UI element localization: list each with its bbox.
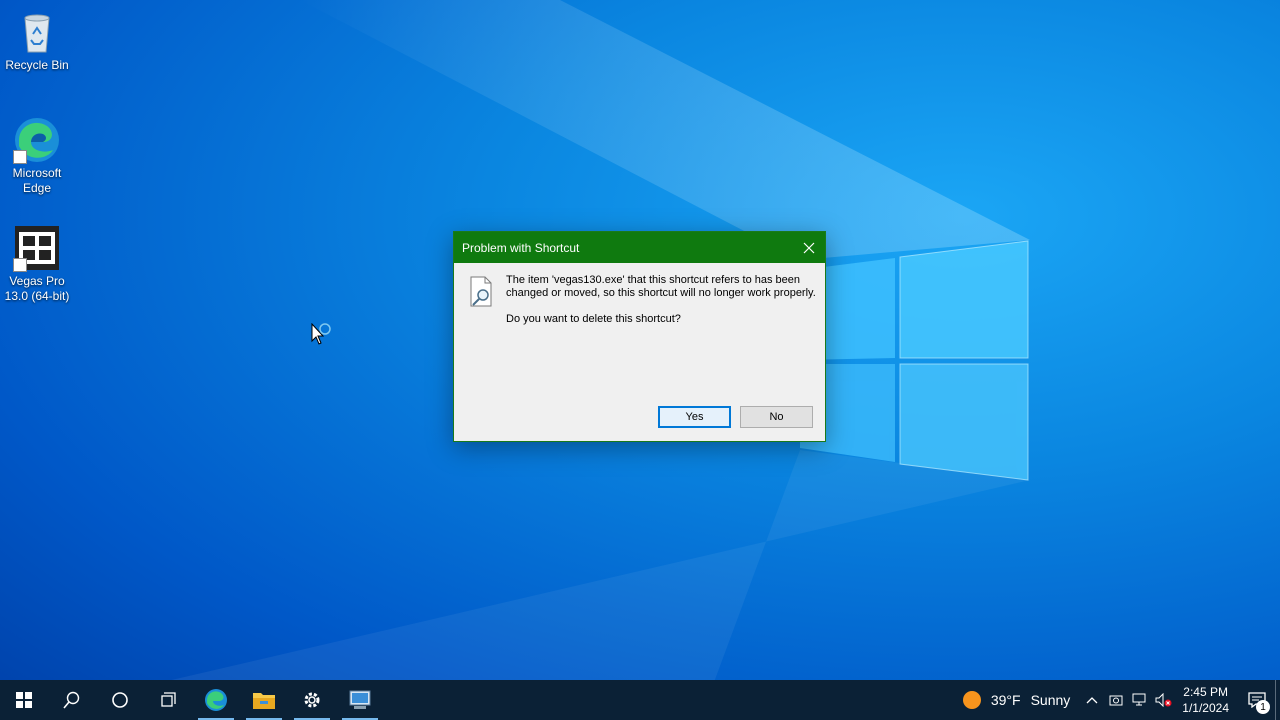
edge-icon xyxy=(205,689,227,711)
shortcut-arrow-icon xyxy=(13,150,27,164)
settings-icon xyxy=(304,692,320,708)
dialog-message: The item 'vegas130.exe' that this shortc… xyxy=(506,274,816,299)
weather-temperature: 39°F xyxy=(990,692,1021,708)
taskbar-edge-button[interactable] xyxy=(192,680,240,720)
clock-date: 1/1/2024 xyxy=(1182,701,1229,715)
taskbar-settings-button[interactable] xyxy=(288,680,336,720)
desktop-icon-vegas-pro[interactable]: Vegas Pro 13.0 (64-bit) xyxy=(1,224,73,304)
show-hidden-icons-button[interactable] xyxy=(1080,680,1104,720)
desktop-icon-label: Vegas Pro 13.0 (64-bit) xyxy=(4,274,70,303)
no-button[interactable]: No xyxy=(740,406,813,428)
tray-network-button[interactable] xyxy=(1128,680,1152,720)
tray-meet-now-button[interactable] xyxy=(1104,680,1128,720)
mouse-cursor-icon xyxy=(311,323,331,345)
show-desktop-button[interactable] xyxy=(1275,680,1280,720)
network-icon xyxy=(1132,693,1146,706)
dialog-question: Do you want to delete this shortcut? xyxy=(506,313,681,325)
desktop-icon-edge[interactable]: Microsoft Edge xyxy=(1,116,73,196)
action-center-button[interactable]: 1 xyxy=(1239,680,1275,720)
desktop-icon-recycle-bin[interactable]: Recycle Bin xyxy=(1,8,73,73)
task-view-button[interactable] xyxy=(144,680,192,720)
system-tray: 39°F Sunny 2:45 PM 1/1/2024 1 xyxy=(962,680,1280,720)
weather-widget[interactable]: 39°F Sunny xyxy=(962,691,1071,709)
taskbar: 39°F Sunny 2:45 PM 1/1/2024 1 xyxy=(0,680,1280,720)
recycle-bin-icon xyxy=(13,8,61,56)
volume-muted-icon xyxy=(1155,693,1172,707)
sun-icon xyxy=(962,691,981,709)
camera-icon xyxy=(1109,695,1123,706)
yes-button[interactable]: Yes xyxy=(658,406,731,428)
dialog-titlebar[interactable]: Problem with Shortcut xyxy=(454,232,825,263)
vegas-pro-icon xyxy=(13,224,61,272)
shortcut-arrow-icon xyxy=(13,258,27,272)
cortana-button[interactable] xyxy=(96,680,144,720)
search-icon xyxy=(63,691,80,709)
close-icon xyxy=(803,242,815,253)
taskbar-file-explorer-button[interactable] xyxy=(240,680,288,720)
taskbar-clock[interactable]: 2:45 PM 1/1/2024 xyxy=(1182,684,1229,716)
cortana-icon xyxy=(112,692,128,708)
desktop-icon-label: Microsoft Edge xyxy=(12,166,62,195)
control-panel-icon xyxy=(349,690,371,709)
edge-icon xyxy=(13,116,61,164)
tray-volume-button[interactable] xyxy=(1152,680,1176,720)
notification-badge: 1 xyxy=(1256,700,1270,714)
taskbar-control-panel-button[interactable] xyxy=(336,680,384,720)
desktop-icon-label: Recycle Bin xyxy=(5,58,69,72)
document-search-icon xyxy=(470,276,492,307)
task-view-icon xyxy=(161,692,176,707)
chevron-up-icon xyxy=(1086,697,1098,704)
start-icon xyxy=(16,692,32,708)
dialog-body: The item 'vegas130.exe' that this shortc… xyxy=(454,263,825,441)
dialog-title: Problem with Shortcut xyxy=(462,240,580,255)
search-button[interactable] xyxy=(48,680,96,720)
clock-time: 2:45 PM xyxy=(1183,685,1228,699)
close-button[interactable] xyxy=(793,232,825,263)
weather-condition: Sunny xyxy=(1030,692,1071,708)
start-button[interactable] xyxy=(0,680,48,720)
problem-with-shortcut-dialog: Problem with Shortcut The item 'vegas130… xyxy=(453,231,826,442)
file-explorer-icon xyxy=(253,693,275,709)
